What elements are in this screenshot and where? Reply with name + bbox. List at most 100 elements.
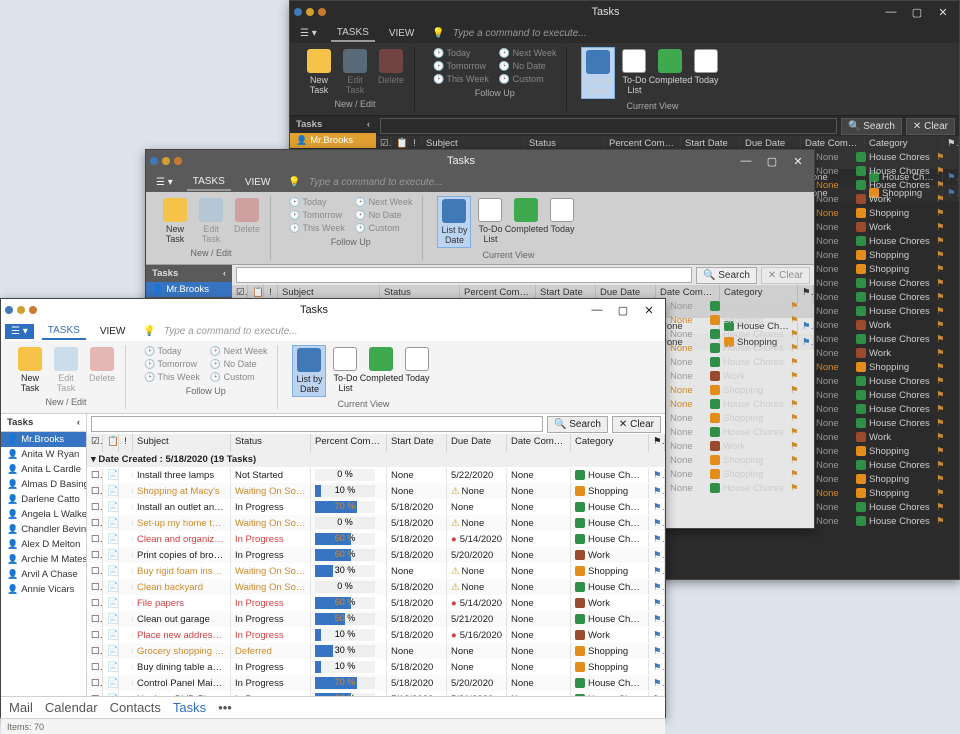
row-flag-icon[interactable]: ⚑ bbox=[790, 483, 804, 494]
table-row[interactable]: None House Chores ⚑ bbox=[816, 304, 960, 318]
minimize-button[interactable]: — bbox=[879, 3, 903, 21]
col-status[interactable]: Status bbox=[231, 434, 311, 452]
sidebar-person[interactable]: Darlene Catto bbox=[1, 492, 86, 507]
command-box[interactable]: Type a command to execute... bbox=[164, 326, 661, 337]
table-row[interactable]: ☐ 📄 Set-up my home theater (surround sou… bbox=[87, 515, 665, 531]
followup-custom[interactable]: 🕑 Custom bbox=[495, 73, 561, 86]
row-flag-icon[interactable]: ⚑ bbox=[936, 180, 950, 191]
new-task-button[interactable]: New Task bbox=[158, 196, 192, 246]
table-row[interactable]: None House Chores ⚑ bbox=[816, 290, 960, 304]
table-row[interactable]: None House Chores ⚑ bbox=[816, 388, 960, 402]
table-row[interactable]: ☐ 📄 Control Panel Maintenance In Progres… bbox=[87, 675, 665, 691]
file-tab[interactable]: ☰ ▾ bbox=[294, 26, 323, 41]
table-row[interactable]: ☐ 📄 File papers In Progress 60 % 5/18/20… bbox=[87, 595, 665, 611]
row-flag-icon[interactable]: ⚑ bbox=[790, 315, 804, 326]
row-flag-icon[interactable]: ⚑ bbox=[649, 596, 665, 611]
sidebar-person[interactable]: Chandler Bevington bbox=[1, 522, 86, 537]
table-row[interactable]: None Work ⚑ bbox=[816, 430, 960, 444]
row-flag-icon[interactable]: ⚑ bbox=[936, 404, 950, 415]
tasks-tab[interactable]: TASKS bbox=[42, 323, 86, 340]
med-clear-button[interactable]: ✕ Clear bbox=[761, 267, 810, 284]
row-check[interactable]: ☐ bbox=[87, 660, 103, 675]
sidebar-person[interactable]: Anita W Ryan bbox=[1, 447, 86, 462]
col-flag2[interactable]: ⚑ bbox=[649, 434, 665, 452]
col-pct[interactable]: Percent Complete bbox=[311, 434, 387, 452]
table-row[interactable]: None Shopping ⚑ bbox=[816, 360, 960, 374]
list-by-date-button[interactable]: List by Date bbox=[581, 47, 615, 99]
row-flag-icon[interactable]: ⚑ bbox=[790, 301, 804, 312]
view-tab[interactable]: VIEW bbox=[239, 175, 277, 190]
table-row[interactable]: None Work ⚑ bbox=[816, 192, 960, 206]
table-row[interactable]: None Shopping ⚑ bbox=[670, 453, 814, 467]
row-flag-icon[interactable]: ⚑ bbox=[936, 334, 950, 345]
delete-button[interactable]: Delete bbox=[230, 196, 264, 246]
col-due[interactable]: Due Date bbox=[447, 434, 507, 452]
table-row[interactable]: None Work ⚑ bbox=[816, 346, 960, 360]
row-flag-icon[interactable]: ⚑ bbox=[790, 371, 804, 382]
row-check[interactable]: ☐ bbox=[87, 628, 103, 643]
table-row[interactable]: None Work ⚑ bbox=[670, 439, 814, 453]
row-flag-icon[interactable]: ⚑ bbox=[649, 580, 665, 595]
command-box[interactable]: Type a command to execute... bbox=[309, 177, 810, 188]
row-flag-icon[interactable]: ⚑ bbox=[936, 376, 950, 387]
sidebar-person[interactable]: Arvil A Chase bbox=[1, 567, 86, 582]
row-flag-icon[interactable]: ⚑ bbox=[649, 644, 665, 659]
today-view-button[interactable]: Today bbox=[689, 47, 723, 99]
row-flag-icon[interactable]: ⚑ bbox=[649, 628, 665, 643]
row-flag-icon[interactable]: ⚑ bbox=[936, 502, 950, 513]
row-check[interactable]: ☐ bbox=[87, 580, 103, 595]
row-flag-icon[interactable]: ⚑ bbox=[790, 413, 804, 424]
col-type[interactable]: ! bbox=[119, 434, 133, 452]
row-flag-icon[interactable]: ⚑ bbox=[936, 278, 950, 289]
followup-today[interactable]: 🕑 Today bbox=[285, 196, 349, 209]
minimize-button[interactable]: — bbox=[734, 152, 758, 170]
completed-button[interactable]: Completed bbox=[509, 196, 543, 248]
row-flag-icon[interactable]: ⚑ bbox=[936, 390, 950, 401]
table-row[interactable]: None House Chores ⚑ bbox=[670, 327, 814, 341]
table-row[interactable]: ☐ 📄 Clean out garage In Progress 50 % 5/… bbox=[87, 611, 665, 627]
row-flag-icon[interactable]: ⚑ bbox=[936, 306, 950, 317]
row-flag-icon[interactable]: ⚑ bbox=[649, 532, 665, 547]
row-flag-icon[interactable]: ⚑ bbox=[936, 250, 950, 261]
followup-thisweek[interactable]: 🕑 This Week bbox=[429, 73, 493, 86]
list-by-date-button[interactable]: List by Date bbox=[292, 345, 326, 397]
table-row[interactable]: None House Chores ⚑ bbox=[816, 416, 960, 430]
sidebar-person[interactable]: Almas D Basinger bbox=[1, 477, 86, 492]
file-tab[interactable]: ☰ ▾ bbox=[5, 324, 34, 339]
table-row[interactable]: None Shopping ⚑ bbox=[816, 486, 960, 500]
table-row[interactable]: ☐ 📄 Buy rigid foam insulation Waiting On… bbox=[87, 563, 665, 579]
table-row[interactable]: None Shopping ⚑ bbox=[670, 411, 814, 425]
dark-search-button[interactable]: 🔍 Search bbox=[841, 118, 902, 135]
light-search-button[interactable]: 🔍 Search bbox=[547, 416, 608, 433]
row-flag-icon[interactable]: ⚑ bbox=[649, 692, 665, 697]
sidebar-person[interactable]: Angela L Walker bbox=[1, 507, 86, 522]
delete-button[interactable]: Delete bbox=[374, 47, 408, 97]
table-row[interactable]: None Shopping ⚑ bbox=[816, 248, 960, 262]
group-header[interactable]: Date Created : 5/18/2020 (19 Tasks) bbox=[87, 452, 665, 467]
row-flag-icon[interactable]: ⚑ bbox=[790, 469, 804, 480]
delete-button[interactable]: Delete bbox=[85, 345, 119, 395]
row-check[interactable]: ☐ bbox=[87, 692, 103, 697]
table-row[interactable]: None House Chores ⚑ bbox=[670, 355, 814, 369]
view-tab[interactable]: VIEW bbox=[383, 26, 421, 41]
new-task-button[interactable]: New Task bbox=[13, 345, 47, 395]
row-flag-icon[interactable]: ⚑ bbox=[936, 432, 950, 443]
table-row[interactable]: ☐ 📄 Shopping at Macy's Waiting On Some..… bbox=[87, 483, 665, 499]
row-flag-icon[interactable]: ⚑ bbox=[936, 292, 950, 303]
light-search-input[interactable] bbox=[91, 416, 543, 432]
row-check[interactable]: ☐ bbox=[87, 500, 103, 515]
table-row[interactable]: None House Chores ⚑ bbox=[816, 514, 960, 528]
close-button[interactable]: ✕ bbox=[637, 301, 661, 319]
row-flag-icon[interactable]: ⚑ bbox=[936, 222, 950, 233]
row-flag-icon[interactable]: ⚑ bbox=[790, 329, 804, 340]
table-row[interactable]: None Shopping ⚑ bbox=[670, 313, 814, 327]
table-row[interactable]: None Work ⚑ bbox=[816, 318, 960, 332]
row-flag-icon[interactable]: ⚑ bbox=[790, 385, 804, 396]
edit-task-button[interactable]: Edit Task bbox=[194, 196, 228, 246]
row-flag-icon[interactable]: ⚑ bbox=[936, 166, 950, 177]
col-start[interactable]: Start Date bbox=[387, 434, 447, 452]
completed-button[interactable]: Completed bbox=[653, 47, 687, 99]
followup-custom[interactable]: 🕑 Custom bbox=[351, 222, 417, 235]
row-flag-icon[interactable]: ⚑ bbox=[649, 484, 665, 499]
table-row[interactable]: None Shopping ⚑ bbox=[816, 206, 960, 220]
